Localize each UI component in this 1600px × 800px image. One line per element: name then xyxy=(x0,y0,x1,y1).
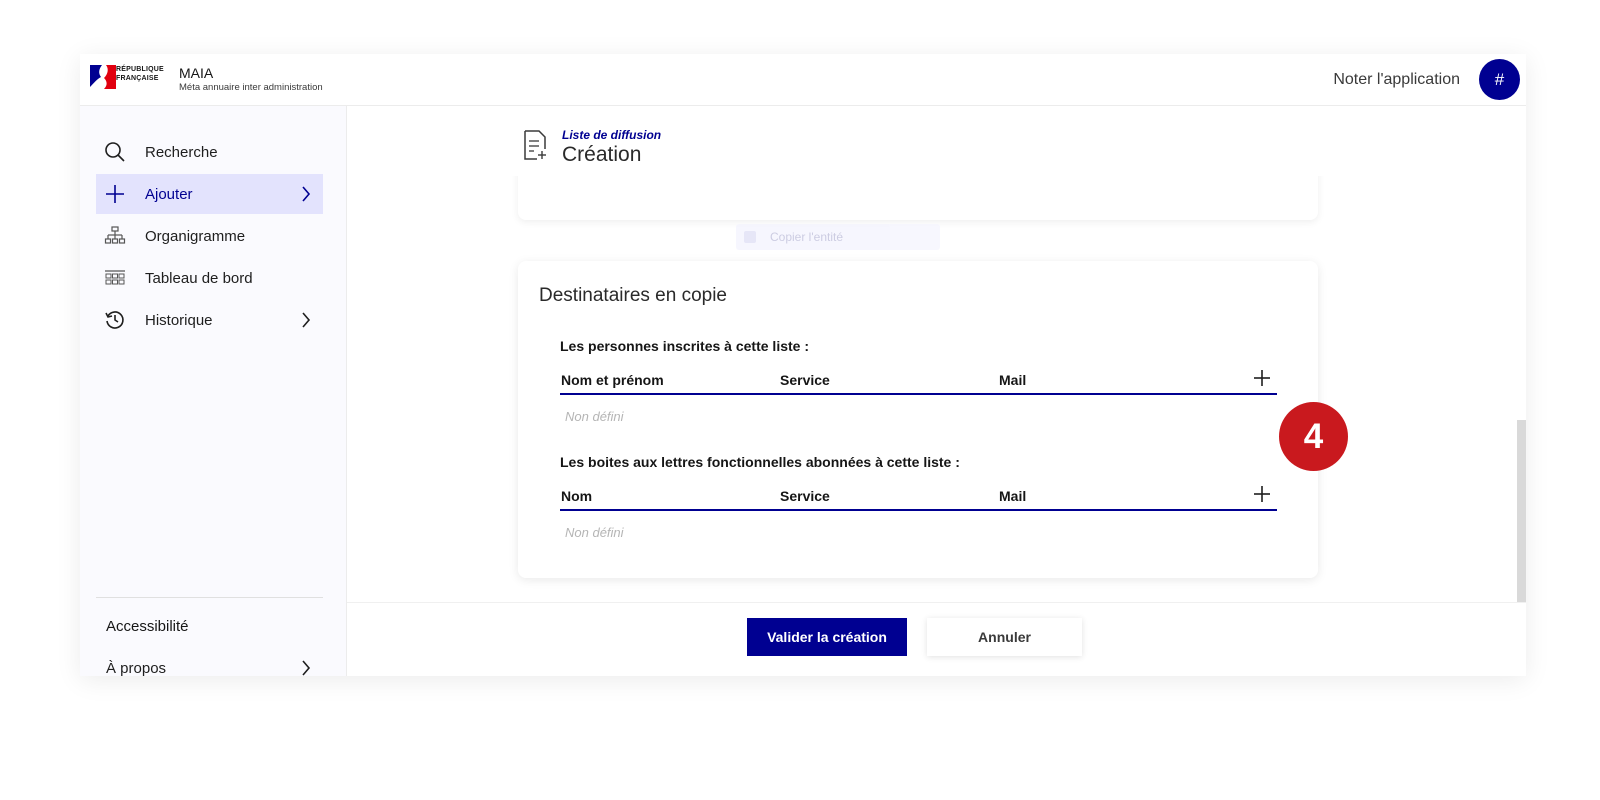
scrollbar[interactable] xyxy=(1517,420,1526,605)
about-label: À propos xyxy=(106,660,167,676)
persons-label: Les personnes inscrites à cette liste : xyxy=(560,338,809,354)
page-title: Création xyxy=(562,143,642,166)
app-window: RÉPUBLIQUE FRANÇAISE MAIA Méta annuaire … xyxy=(80,54,1526,676)
sidebar-item-label: Ajouter xyxy=(145,186,193,203)
header: RÉPUBLIQUE FRANÇAISE MAIA Méta annuaire … xyxy=(80,54,1526,106)
form-footer: Valider la création Annuler xyxy=(347,602,1526,676)
chevron-right-icon xyxy=(302,312,311,328)
column-header: Mail xyxy=(999,372,1027,388)
column-header: Service xyxy=(780,372,830,388)
sidebar-item-historique[interactable]: Historique xyxy=(96,300,323,340)
history-icon xyxy=(105,311,124,329)
sidebar-item-tableau-de-bord[interactable]: Tableau de bord xyxy=(96,258,323,298)
sidebar-item-ajouter[interactable]: Ajouter xyxy=(96,174,323,214)
submit-creation-button[interactable]: Valider la création xyxy=(747,618,907,656)
app-name: MAIA xyxy=(179,65,214,81)
sidebar-item-recherche[interactable]: Recherche xyxy=(96,132,323,172)
column-header: Nom et prénom xyxy=(561,372,664,388)
dashboard-icon xyxy=(105,270,125,285)
persons-empty-text: Non défini xyxy=(565,409,624,424)
chevron-right-icon xyxy=(302,660,311,676)
section-title: Destinataires en copie xyxy=(539,285,727,306)
cc-recipients-card: Destinataires en copie Les personnes ins… xyxy=(518,261,1318,578)
mailboxes-table-header: Nom Service Mail xyxy=(560,481,1277,511)
add-mailbox-button[interactable] xyxy=(1253,485,1271,503)
step-badge: 4 xyxy=(1279,402,1348,471)
mailboxes-label: Les boites aux lettres fonctionnelles ab… xyxy=(560,454,960,470)
cancel-button[interactable]: Annuler xyxy=(927,618,1082,656)
breadcrumb[interactable]: Liste de diffusion xyxy=(562,128,661,142)
sidebar-item-label: Tableau de bord xyxy=(145,270,253,287)
about-link[interactable]: À propos xyxy=(96,648,323,676)
column-header: Service xyxy=(780,488,830,504)
copy-icon xyxy=(744,231,756,243)
sidebar-item-label: Historique xyxy=(145,312,213,329)
sidebar-item-organigramme[interactable]: Organigramme xyxy=(96,216,323,256)
copy-entity-ghost-button: Copier l'entité xyxy=(736,224,940,250)
chevron-right-icon xyxy=(302,186,311,202)
column-header: Mail xyxy=(999,488,1027,504)
page-header: Liste de diffusion Création xyxy=(347,106,1526,176)
user-avatar[interactable]: # xyxy=(1479,59,1520,100)
plus-icon xyxy=(106,185,124,203)
sidebar-item-label: Organigramme xyxy=(145,228,246,245)
copy-entity-label: Copier l'entité xyxy=(770,230,843,244)
accessibility-link[interactable]: Accessibilité xyxy=(106,618,189,635)
sidebar-divider xyxy=(96,597,323,598)
column-header: Nom xyxy=(561,488,593,504)
persons-table-header: Nom et prénom Service Mail xyxy=(560,365,1277,395)
sidebar-item-label: Recherche xyxy=(145,144,218,161)
rate-app-link[interactable]: Noter l'application xyxy=(1333,71,1460,89)
org-chart-icon xyxy=(104,226,126,244)
add-person-button[interactable] xyxy=(1253,369,1271,387)
sidebar: Recherche Ajouter Organigramme Tableau d… xyxy=(80,106,347,676)
main-content: Liste de diffusion Création Copier l'ent… xyxy=(347,106,1526,676)
app-subtitle: Méta annuaire inter administration xyxy=(179,82,323,93)
logo-text: RÉPUBLIQUE FRANÇAISE xyxy=(116,66,164,82)
mailboxes-empty-text: Non défini xyxy=(565,525,624,540)
search-icon xyxy=(105,142,125,162)
document-add-icon xyxy=(524,130,546,160)
